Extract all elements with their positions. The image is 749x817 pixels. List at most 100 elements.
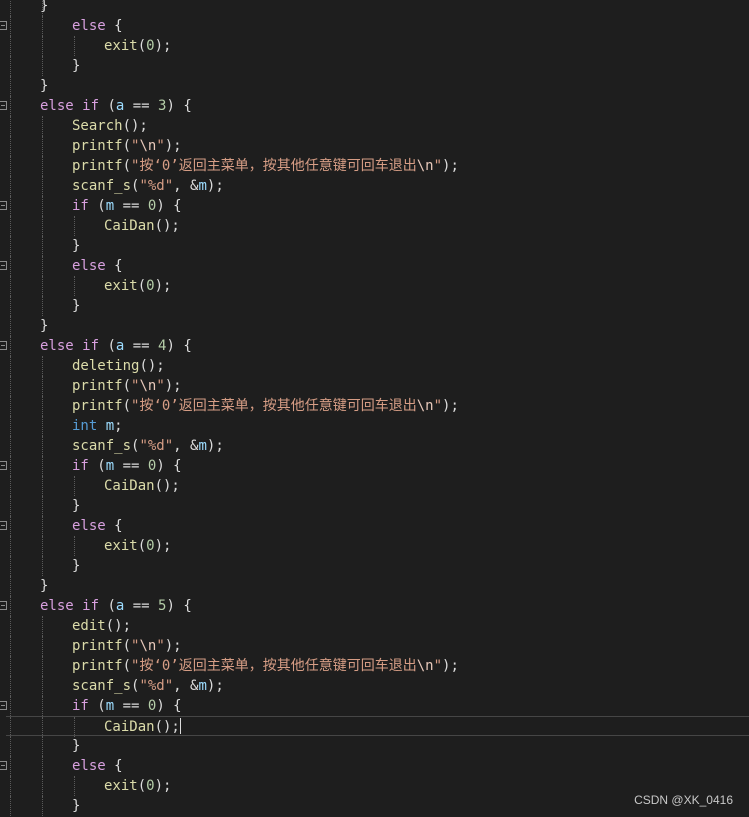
- indent-guide: [10, 676, 11, 696]
- code-line[interactable]: scanf_s("%d", &m);: [0, 436, 749, 456]
- code-token: (: [137, 778, 147, 794]
- code-line[interactable]: }: [0, 236, 749, 256]
- indent-guide: [42, 236, 43, 256]
- code-line[interactable]: CaiDan();: [0, 476, 749, 496]
- code-token: ==: [114, 698, 148, 714]
- indent-guide: [42, 536, 43, 556]
- code-text: if (m == 0) {: [72, 196, 182, 216]
- code-text: exit(0);: [104, 276, 171, 296]
- code-line[interactable]: if (m == 0) {: [0, 196, 749, 216]
- indent-guide: [10, 456, 11, 476]
- code-line[interactable]: if (m == 0) {: [0, 456, 749, 476]
- code-token: );: [442, 398, 459, 414]
- code-token: ) {: [156, 458, 182, 474]
- fold-toggle-icon[interactable]: [0, 101, 7, 110]
- code-text: }: [72, 736, 80, 756]
- code-token: (: [88, 698, 106, 714]
- code-line[interactable]: else {: [0, 756, 749, 776]
- code-token: (: [122, 138, 132, 154]
- fold-toggle-icon[interactable]: [0, 21, 7, 30]
- fold-toggle-icon[interactable]: [0, 201, 7, 210]
- fold-toggle-icon[interactable]: [0, 761, 7, 770]
- code-line[interactable]: exit(0);: [0, 36, 749, 56]
- code-line[interactable]: else {: [0, 516, 749, 536]
- code-line[interactable]: }: [0, 0, 749, 16]
- code-token: m: [198, 678, 207, 694]
- indent-guide: [10, 636, 11, 656]
- code-line[interactable]: deleting();: [0, 356, 749, 376]
- indent-guide: [10, 596, 11, 616]
- code-token: ": [156, 378, 165, 394]
- code-token: , &: [173, 178, 199, 194]
- code-line[interactable]: scanf_s("%d", &m);: [0, 176, 749, 196]
- code-token: );: [442, 658, 459, 674]
- code-text: }: [72, 496, 80, 516]
- code-text: scanf_s("%d", &m);: [72, 676, 224, 696]
- code-line[interactable]: exit(0);: [0, 276, 749, 296]
- code-token: if: [82, 98, 100, 114]
- code-token: ();: [154, 218, 180, 234]
- code-token: 0: [146, 278, 155, 294]
- code-text: else if (a == 3) {: [40, 96, 192, 116]
- fold-toggle-icon[interactable]: [0, 261, 7, 270]
- code-token: scanf_s: [72, 178, 132, 194]
- indent-guide: [42, 796, 43, 816]
- fold-toggle-icon[interactable]: [0, 461, 7, 470]
- indent-guide: [74, 536, 75, 556]
- indent-guide: [10, 36, 11, 56]
- code-line[interactable]: printf("按‘0’返回主菜单，按其他任意键可回车退出\n");: [0, 156, 749, 176]
- code-token: \n: [139, 378, 157, 394]
- fold-toggle-icon[interactable]: [0, 601, 7, 610]
- code-line[interactable]: else {: [0, 16, 749, 36]
- code-token: {: [105, 518, 123, 534]
- code-line[interactable]: scanf_s("%d", &m);: [0, 676, 749, 696]
- indent-guide: [10, 556, 11, 576]
- code-line[interactable]: printf("\n");: [0, 136, 749, 156]
- code-text: printf("\n");: [72, 636, 182, 656]
- code-token: ": [433, 398, 443, 414]
- fold-toggle-icon[interactable]: [0, 521, 7, 530]
- code-line[interactable]: }: [0, 736, 749, 756]
- code-line[interactable]: else if (a == 4) {: [0, 336, 749, 356]
- indent-guide: [10, 336, 11, 356]
- code-line[interactable]: printf("\n");: [0, 636, 749, 656]
- indent-guide: [74, 776, 75, 796]
- indent-guide: [10, 76, 11, 96]
- code-line[interactable]: else if (a == 3) {: [0, 96, 749, 116]
- code-line[interactable]: }: [0, 76, 749, 96]
- fold-toggle-icon[interactable]: [0, 341, 7, 350]
- indent-guide: [42, 416, 43, 436]
- code-line[interactable]: Search();: [0, 116, 749, 136]
- fold-toggle-icon[interactable]: [0, 701, 7, 710]
- code-token: \n: [139, 638, 157, 654]
- indent-guide: [74, 476, 75, 496]
- code-token: }: [40, 318, 49, 334]
- code-line[interactable]: else {: [0, 256, 749, 276]
- code-line[interactable]: }: [0, 296, 749, 316]
- code-line[interactable]: exit(0);: [0, 536, 749, 556]
- indent-guide: [42, 176, 43, 196]
- code-token: );: [206, 178, 224, 194]
- code-line[interactable]: else if (a == 5) {: [0, 596, 749, 616]
- code-line[interactable]: printf("按‘0’返回主菜单，按其他任意键可回车退出\n");: [0, 656, 749, 676]
- indent-guide: [10, 296, 11, 316]
- code-token: (: [137, 538, 147, 554]
- code-line[interactable]: printf("\n");: [0, 376, 749, 396]
- code-line[interactable]: }: [0, 556, 749, 576]
- code-line[interactable]: }: [0, 496, 749, 516]
- code-text: }: [40, 316, 48, 336]
- indent-guide: [10, 96, 11, 116]
- code-line[interactable]: edit();: [0, 616, 749, 636]
- code-line[interactable]: CaiDan();: [0, 216, 749, 236]
- code-line[interactable]: if (m == 0) {: [0, 696, 749, 716]
- code-editor[interactable]: } else {exit(0);}} else if (a == 3) {Searc…: [0, 0, 749, 817]
- code-line[interactable]: printf("按‘0’返回主菜单，按其他任意键可回车退出\n");: [0, 396, 749, 416]
- code-line-current[interactable]: CaiDan();: [6, 716, 749, 737]
- code-line[interactable]: }: [0, 56, 749, 76]
- code-text: exit(0);: [104, 536, 171, 556]
- code-line[interactable]: int m;: [0, 416, 749, 436]
- code-line[interactable]: }: [0, 316, 749, 336]
- code-line[interactable]: }: [0, 576, 749, 596]
- code-token: ==: [124, 598, 159, 614]
